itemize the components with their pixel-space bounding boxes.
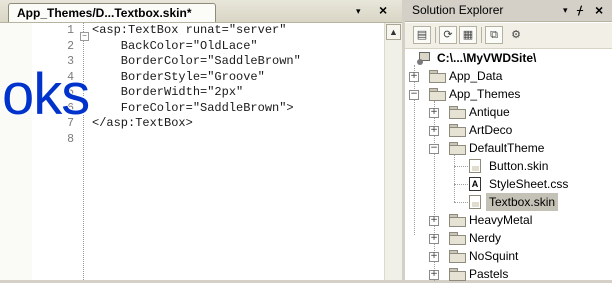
expand-icon[interactable]: + [429, 234, 439, 244]
theme-folder-icon [449, 214, 466, 227]
tree-item-label: Button.skin [489, 159, 549, 173]
tree-item-label: HeavyMetal [469, 213, 533, 227]
folder-icon [429, 70, 446, 83]
tree-item-label-selected: Textbox.skin [486, 193, 559, 211]
code-editor-pane: App_Themes/D...Textbox.skin* ▾ × 1234567… [0, 0, 403, 280]
line-number: 1 [67, 24, 74, 37]
editor-tab-strip: App_Themes/D...Textbox.skin* ▾ × [0, 0, 402, 23]
tab-list-dropdown-icon[interactable]: ▾ [356, 6, 361, 17]
collapse-icon[interactable]: − [429, 144, 439, 154]
close-tab-icon[interactable]: × [379, 2, 387, 18]
code-line[interactable]: BorderColor="SaddleBrown" [92, 54, 301, 70]
pin-icon[interactable]: ᚋ [577, 0, 583, 21]
tree-item-label: ArtDeco [469, 123, 513, 137]
expand-icon[interactable]: + [429, 216, 439, 226]
tree-item-label: App_Data [449, 69, 503, 83]
scroll-up-icon[interactable]: ▲ [386, 24, 401, 40]
line-number: 8 [67, 132, 74, 146]
expand-icon[interactable]: + [429, 108, 439, 118]
code-text[interactable]: <asp:TextBox runat="server" BackColor="O… [92, 23, 301, 147]
tree-item-label: NoSquint [469, 249, 519, 263]
solution-explorer-titlebar: Solution Explorer ▾ ᚋ × [405, 0, 612, 22]
show-all-files-icon[interactable]: ▦ [459, 26, 477, 44]
css-file-icon: A [469, 177, 481, 191]
collapse-toggle-icon[interactable]: − [80, 32, 89, 41]
expand-icon[interactable]: + [429, 252, 439, 262]
line-number: 2 [67, 39, 74, 53]
open-theme-folder-icon [449, 142, 466, 155]
toolbar-separator [481, 27, 482, 43]
tree-item-label: App_Themes [449, 87, 521, 101]
code-line[interactable] [92, 132, 301, 148]
tree-item-label: StyleSheet.css [489, 177, 569, 191]
code-line[interactable]: BackColor="OldLace" [92, 39, 301, 55]
tree-item-label: Antique [469, 105, 510, 119]
tree-guide [454, 202, 468, 203]
collapse-icon[interactable]: − [409, 90, 419, 100]
close-panel-icon[interactable]: × [595, 0, 603, 21]
expand-icon[interactable]: + [429, 270, 439, 280]
theme-folder-icon [449, 106, 466, 119]
properties-icon[interactable]: ▤ [413, 26, 431, 44]
code-line[interactable]: <asp:TextBox runat="server" [92, 23, 301, 39]
expand-icon[interactable]: + [409, 72, 419, 82]
solution-explorer-title: Solution Explorer [412, 3, 504, 17]
asp-config-icon[interactable]: ⚙ [507, 26, 525, 44]
theme-folder-icon [449, 124, 466, 137]
tree-item-label: DefaultTheme [469, 141, 545, 155]
refresh-icon[interactable]: ⟳ [439, 26, 457, 44]
code-line[interactable]: </asp:TextBox> [92, 116, 301, 132]
overlay-text: oks [1, 62, 91, 127]
tree-guide [454, 166, 468, 167]
skin-file-icon [469, 159, 481, 173]
solution-explorer: Solution Explorer ▾ ᚋ × ▤ ⟳ ▦ ⧉ ⚙ C:\...… [405, 0, 612, 281]
tree-item-label: C:\...\MyVWDSite\ [437, 51, 537, 65]
open-folder-icon [429, 88, 446, 101]
code-editor[interactable]: 12345678 − <asp:TextBox runat="server" B… [0, 23, 402, 280]
skin-file-icon [469, 195, 481, 209]
theme-folder-icon [449, 268, 466, 281]
theme-folder-icon [449, 250, 466, 263]
window-position-dropdown-icon[interactable]: ▾ [563, 0, 568, 21]
expand-icon[interactable]: + [429, 126, 439, 136]
code-line[interactable]: ForeColor="SaddleBrown"> [92, 101, 301, 117]
solution-explorer-toolbar: ▤ ⟳ ▦ ⧉ ⚙ [405, 23, 612, 49]
editor-tab-textbox-skin[interactable]: App_Themes/D...Textbox.skin* [8, 3, 216, 22]
tree-guide [454, 155, 455, 202]
toolbar-separator [435, 27, 436, 43]
tree-guide [454, 184, 468, 185]
tree-item-label: Nerdy [469, 231, 502, 245]
code-line[interactable]: BorderStyle="Groove" [92, 70, 301, 86]
code-line[interactable]: BorderWidth="2px" [92, 85, 301, 101]
website-icon [417, 52, 431, 65]
copy-web-icon[interactable]: ⧉ [485, 26, 503, 44]
tree-item-label: Pastels [469, 267, 509, 281]
theme-folder-icon [449, 232, 466, 245]
vertical-scrollbar[interactable]: ▲ [384, 23, 403, 280]
